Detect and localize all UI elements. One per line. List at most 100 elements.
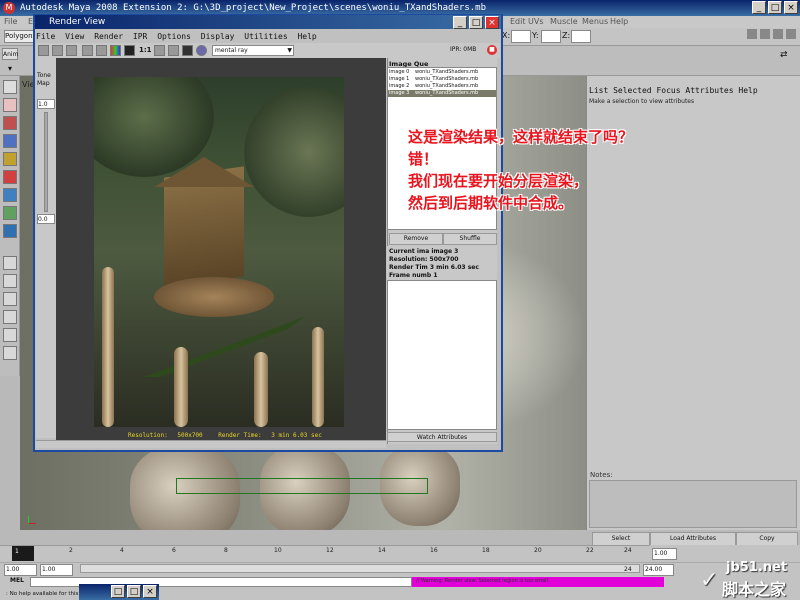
paint-select-tool-icon[interactable] [3, 116, 17, 130]
x-field[interactable] [511, 30, 531, 43]
shelf-anim-tab[interactable]: Anim [2, 48, 18, 60]
four-pane-layout-icon[interactable] [3, 274, 17, 288]
stop-render-icon[interactable]: ■ [487, 45, 497, 55]
timeline-tick: 10 [274, 547, 282, 554]
attr-menu-help[interactable]: Help [738, 86, 757, 95]
rv-close-button[interactable]: × [485, 16, 499, 29]
snapshot-icon[interactable] [66, 45, 77, 56]
rv-maximize-button[interactable]: □ [469, 16, 483, 29]
rgb-channels-icon[interactable] [110, 45, 121, 56]
rv-menu-ipr[interactable]: IPR [133, 32, 147, 41]
soft-mod-tool-icon[interactable] [3, 206, 17, 220]
time-slider[interactable] [0, 545, 650, 562]
stalk-shape [312, 327, 324, 427]
list-item[interactable]: image 2 woniu_TXandShaders.mb [388, 83, 496, 90]
animation-end-field[interactable]: 24.00 [643, 564, 674, 576]
menu-menus[interactable]: Menus [582, 16, 608, 28]
side-by-side-layout-icon[interactable] [3, 292, 17, 306]
y-field[interactable] [541, 30, 561, 43]
move-tool-icon[interactable] [3, 134, 17, 148]
rv-menu-render[interactable]: Render [94, 32, 123, 41]
channel-box-icon[interactable] [786, 29, 796, 39]
rv-minimize-button[interactable]: _ [453, 16, 467, 29]
close-button[interactable]: × [784, 1, 798, 14]
animation-start-field[interactable]: 1.00 [4, 564, 37, 576]
rv-menu-options[interactable]: Options [157, 32, 191, 41]
minimize-button[interactable]: _ [752, 1, 766, 14]
attr-menu-selected[interactable]: Selected [613, 86, 652, 95]
rv-menu-view[interactable]: View [65, 32, 84, 41]
attribute-editor-icon[interactable] [760, 29, 770, 39]
mel-label[interactable]: MEL [10, 577, 24, 584]
playback-start-field[interactable]: 1.00 [40, 564, 73, 576]
mini-maximize-button[interactable]: □ [127, 585, 141, 598]
render-region-icon[interactable] [52, 45, 63, 56]
mini-restore-button[interactable]: □ [111, 585, 125, 598]
rotate-tool-icon[interactable] [3, 152, 17, 166]
manipulator-tool-icon[interactable] [3, 188, 17, 202]
watch-attributes-button[interactable]: Watch Attributes [387, 432, 497, 442]
rv-menu-display[interactable]: Display [201, 32, 235, 41]
maximize-button[interactable]: □ [768, 1, 782, 14]
watermark-url: jb51.net [726, 560, 788, 575]
single-pane-layout-icon[interactable] [3, 256, 17, 270]
shelf-tab-polygons[interactable]: Polygons [4, 30, 36, 43]
graph-layout-icon[interactable] [3, 346, 17, 360]
list-item-selected[interactable]: image 3 woniu_TXandShaders.mb [388, 90, 496, 97]
real-size-button[interactable]: 1:1 [139, 46, 152, 54]
timeline-tick: 6 [172, 547, 176, 554]
load-attributes-button[interactable]: Load Attributes [650, 532, 736, 546]
copy-tab-button[interactable]: Copy [736, 532, 798, 546]
lasso-tool-icon[interactable] [3, 98, 17, 112]
menu-edit-uvs[interactable]: Edit UVs [510, 16, 544, 28]
current-time-field[interactable]: 1.00 [652, 548, 677, 560]
attr-menu-attributes[interactable]: Attributes [685, 86, 733, 95]
tone-max-field[interactable]: 1.0 [37, 99, 55, 109]
menu-help[interactable]: Help [610, 16, 628, 28]
shelf-arrow-icon[interactable]: ⇄ [780, 50, 794, 60]
z-field[interactable] [571, 30, 591, 43]
tool-settings-icon[interactable] [773, 29, 783, 39]
render-settings-icon[interactable] [182, 45, 193, 56]
render-view-title: Render View [49, 17, 106, 27]
remove-image-icon[interactable] [168, 45, 179, 56]
menu-file[interactable]: File [4, 17, 17, 26]
minimized-window[interactable]: □ □ × [79, 584, 159, 600]
shelf-menu-arrow-icon[interactable]: ▾ [4, 64, 16, 74]
render-view-menu-bar: File View Render IPR Options Display Uti… [36, 31, 500, 43]
scale-tool-icon[interactable] [3, 170, 17, 184]
select-button[interactable]: Select [592, 532, 650, 546]
notes-label: Notes: [590, 471, 613, 479]
range-slider[interactable] [80, 564, 640, 573]
redo-render-icon[interactable] [38, 45, 49, 56]
list-item[interactable]: image 1 woniu_TXandShaders.mb [388, 76, 496, 83]
shuffle-button[interactable]: Shuffle [443, 233, 497, 245]
history-icon[interactable] [747, 29, 757, 39]
alpha-channel-icon[interactable] [124, 45, 135, 56]
persp-outliner-layout-icon[interactable] [3, 328, 17, 342]
rv-menu-utilities[interactable]: Utilities [244, 32, 287, 41]
current-time-indicator[interactable]: 1 [12, 546, 34, 561]
renderer-select[interactable]: mental ray ▼ [212, 45, 294, 56]
refresh-ipr-icon[interactable] [96, 45, 107, 56]
rv-menu-file[interactable]: File [36, 32, 55, 41]
tone-slider[interactable] [44, 112, 48, 212]
mini-close-button[interactable]: × [143, 585, 157, 598]
attr-menu-focus[interactable]: Focus [656, 86, 680, 95]
selection-bounding-box [176, 478, 428, 494]
list-item[interactable]: image 0 woniu_TXandShaders.mb [388, 69, 496, 76]
remove-button[interactable]: Remove [389, 233, 443, 245]
last-tool-icon[interactable] [3, 224, 17, 238]
tone-min-field[interactable]: 0.0 [37, 214, 55, 224]
render-view-scrollbar[interactable] [36, 440, 386, 448]
ipr-render-icon[interactable] [82, 45, 93, 56]
render-status-bar: Resolution: 500x700 Render Time: 3 min 6… [128, 432, 322, 439]
stacked-layout-icon[interactable] [3, 310, 17, 324]
display-settings-icon[interactable] [196, 45, 207, 56]
menu-muscle[interactable]: Muscle [550, 16, 578, 28]
keep-image-icon[interactable] [154, 45, 165, 56]
attr-menu-list[interactable]: List [589, 86, 608, 95]
select-tool-icon[interactable] [3, 80, 17, 94]
notes-textarea[interactable] [589, 480, 797, 528]
rv-menu-help[interactable]: Help [297, 32, 316, 41]
